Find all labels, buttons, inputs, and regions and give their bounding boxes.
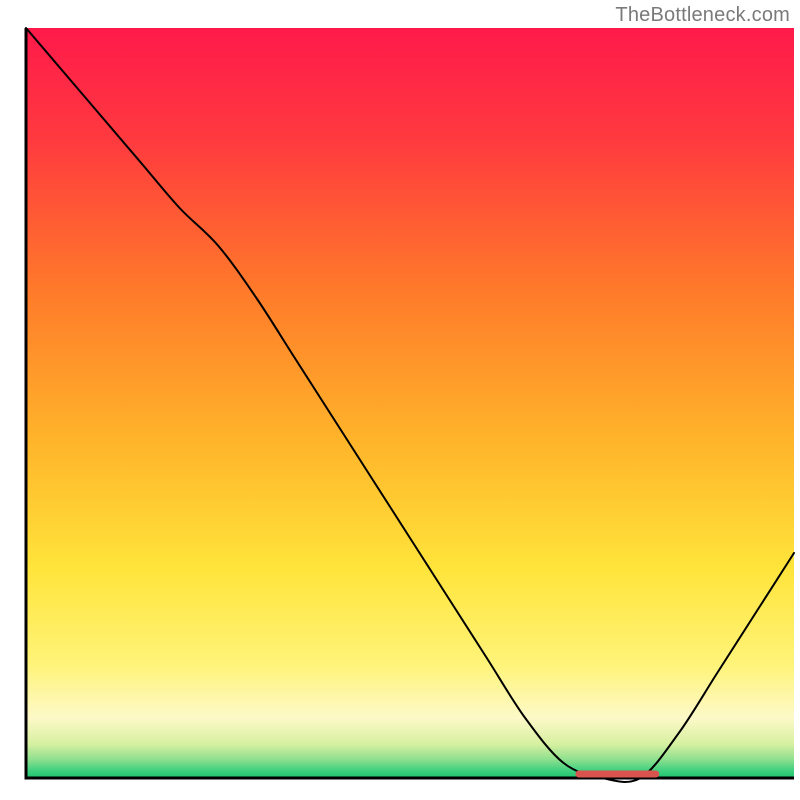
plot-background — [26, 28, 794, 778]
bottleneck-chart — [0, 0, 800, 800]
